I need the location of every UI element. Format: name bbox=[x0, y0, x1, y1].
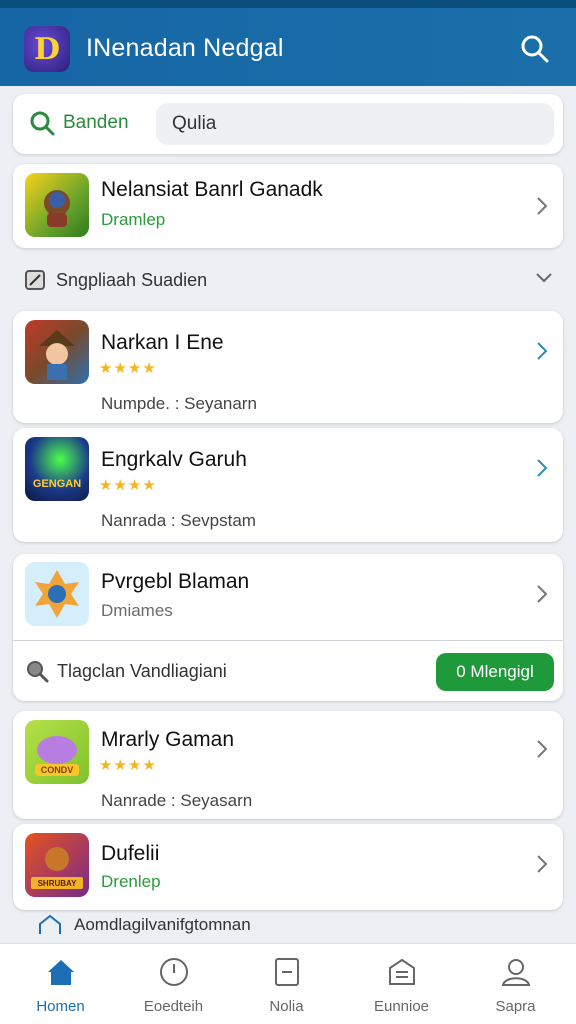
chevron-right-icon bbox=[537, 855, 548, 873]
promo-label: Tlagclan Vandliagiani bbox=[57, 660, 227, 681]
footer-hint-text: Aomdlagilvanifgtomnan bbox=[74, 915, 251, 934]
game-icon: CONDV bbox=[25, 720, 89, 784]
promo-card: Tlagclan Vandliagiani 0 Mlengigl bbox=[13, 641, 563, 701]
game-card[interactable]: Narkan I Ene ★★★★ Numpde. : Seyanarn bbox=[13, 311, 563, 423]
nav-label: Eoedteih bbox=[143, 998, 204, 1015]
chevron-right-icon bbox=[537, 197, 548, 215]
checkbox-icon bbox=[25, 270, 45, 290]
nav-label: Eunnioe bbox=[373, 998, 430, 1015]
footer-hint[interactable]: Aomdlagilvanifgtomnan bbox=[38, 914, 251, 936]
nav-item-profile[interactable]: Sapra bbox=[458, 944, 573, 1024]
game-title: Mrarly Gaman bbox=[101, 728, 235, 751]
game-title: Nelansiat Banrl Ganadk bbox=[101, 178, 323, 201]
icon-text: SHRUBAY bbox=[38, 879, 77, 888]
game-icon bbox=[25, 320, 89, 384]
search-icon[interactable] bbox=[520, 34, 550, 64]
game-meta: Nanrada : Sevpstam bbox=[101, 511, 256, 530]
game-card[interactable]: Pvrgebl Blaman Dmiames bbox=[13, 554, 563, 640]
game-title: Dufelii bbox=[101, 842, 160, 865]
game-subtitle: Drenlep bbox=[101, 872, 161, 891]
nav-item-inbox[interactable]: Eunnioe bbox=[344, 944, 459, 1024]
app-title: INenadan Nedgal bbox=[86, 34, 284, 62]
game-title: Narkan I Ene bbox=[101, 331, 224, 354]
profile-icon bbox=[501, 959, 530, 986]
star-rating: ★★★★ bbox=[99, 757, 157, 774]
featured-game-card[interactable]: Nelansiat Banrl Ganadk Dramlep bbox=[13, 164, 563, 248]
chevron-right-icon bbox=[537, 585, 548, 603]
game-icon bbox=[25, 562, 89, 626]
section-header[interactable]: Sngpliaah Suadien bbox=[24, 266, 554, 294]
game-icon: GENGAN bbox=[25, 437, 89, 501]
promo-label-group: Tlagclan Vandliagiani bbox=[25, 659, 227, 683]
bottom-nav: Homen Eoedteih Nolia Eunnioe Sapra bbox=[0, 943, 576, 1024]
game-card[interactable]: SHRUBAY Dufelii Drenlep bbox=[13, 824, 563, 910]
search-icon bbox=[27, 661, 49, 683]
game-card[interactable]: GENGAN Engrkalv Garuh ★★★★ Nanrada : Sev… bbox=[13, 428, 563, 542]
section-label: Sngpliaah Suadien bbox=[56, 269, 208, 290]
search-label-group[interactable]: Banden bbox=[29, 110, 129, 136]
promo-button[interactable]: 0 Mlengigl bbox=[436, 653, 554, 691]
nav-item-clock[interactable]: Eoedteih bbox=[116, 944, 231, 1024]
game-subtitle: Dramlep bbox=[101, 210, 166, 229]
chevron-right-icon bbox=[537, 459, 548, 477]
game-meta: Numpde. : Seyanarn bbox=[101, 394, 257, 413]
chevron-right-icon bbox=[537, 740, 548, 758]
nav-label: Nolia bbox=[269, 998, 304, 1015]
clock-icon bbox=[159, 958, 188, 986]
document-icon bbox=[274, 958, 299, 986]
nav-label: Homen bbox=[36, 998, 85, 1015]
chevron-down-icon[interactable] bbox=[534, 270, 554, 286]
search-input[interactable] bbox=[156, 103, 554, 145]
nav-item-home[interactable]: Homen bbox=[3, 944, 118, 1024]
inbox-icon bbox=[388, 958, 415, 985]
game-title: Pvrgebl Blaman bbox=[101, 570, 250, 593]
chevron-right-icon bbox=[537, 342, 548, 360]
search-icon bbox=[30, 111, 55, 136]
game-icon bbox=[25, 173, 89, 237]
game-meta: Nanrade : Seyasarn bbox=[101, 791, 253, 810]
star-rating: ★★★★ bbox=[99, 477, 157, 494]
icon-text: GENGAN bbox=[33, 478, 81, 490]
game-title: Engrkalv Garuh bbox=[101, 448, 247, 471]
home-outline-icon bbox=[39, 914, 61, 934]
app-logo: D bbox=[24, 26, 70, 72]
nav-label: Sapra bbox=[495, 998, 536, 1015]
star-rating: ★★★★ bbox=[99, 360, 157, 377]
search-card: Banden bbox=[13, 94, 563, 154]
nav-item-document[interactable]: Nolia bbox=[229, 944, 344, 1024]
home-icon bbox=[47, 960, 74, 985]
game-card[interactable]: CONDV Mrarly Gaman ★★★★ Nanrade : Seyasa… bbox=[13, 711, 563, 819]
game-icon: SHRUBAY bbox=[25, 833, 89, 897]
app-bar: D INenadan Nedgal bbox=[0, 8, 576, 86]
search-label: Banden bbox=[63, 112, 129, 133]
game-subtitle: Dmiames bbox=[101, 601, 173, 620]
icon-text: CONDV bbox=[41, 765, 74, 775]
